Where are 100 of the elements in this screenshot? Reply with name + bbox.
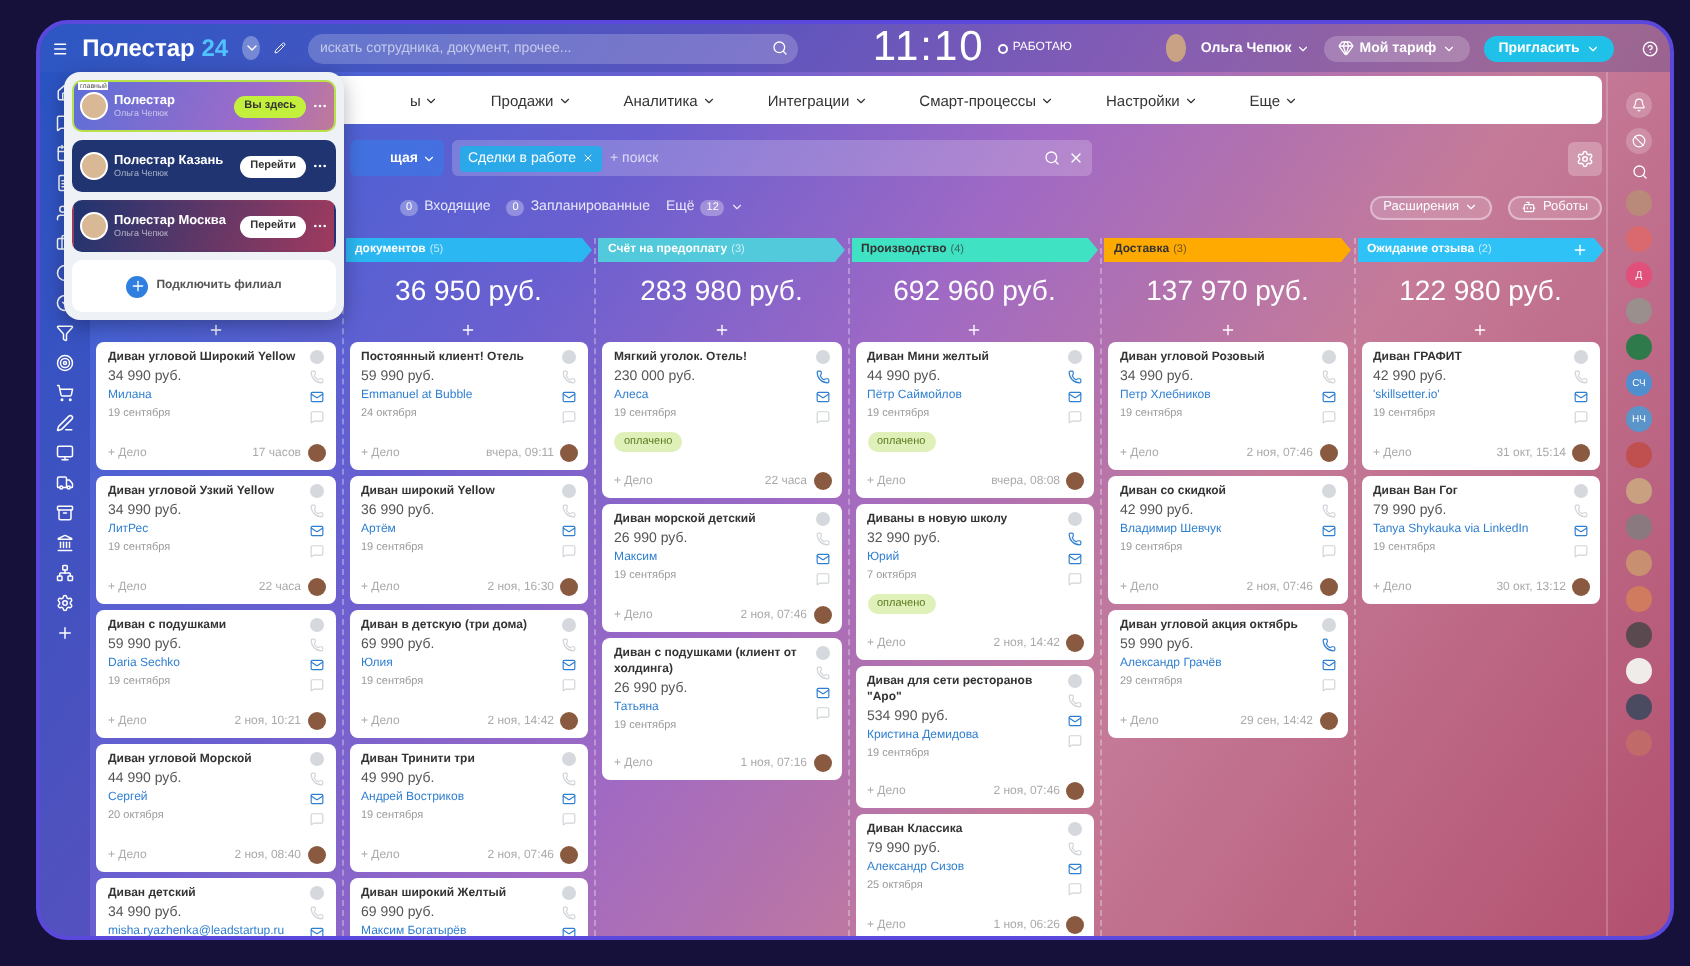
mail-icon[interactable] [815,552,829,566]
filter-icon[interactable] [56,324,74,342]
avatar [813,754,831,772]
avatar [1066,634,1084,652]
phone-icon[interactable] [1068,370,1082,384]
add-deal-icon[interactable] [207,322,224,338]
branch-dropdown-button[interactable] [242,36,260,60]
counter-icon [1574,350,1588,364]
mail-icon[interactable] [309,926,323,936]
chevron-down-icon [1284,93,1299,107]
counter-icon [1321,618,1335,632]
clock-time: 11:10 [872,24,985,72]
avatar [1319,444,1337,462]
counter-icon [309,886,323,900]
mail-icon[interactable] [562,658,576,672]
mail-icon[interactable] [1321,390,1335,404]
logo[interactable]: Полестар 24 [82,34,229,62]
phone-icon[interactable] [815,370,829,384]
pen-icon[interactable] [56,414,74,432]
truck-icon[interactable] [56,474,74,492]
search-icon[interactable] [1043,150,1060,166]
search-icon[interactable] [1631,164,1647,180]
avatar [307,444,325,462]
mail-icon[interactable] [1574,524,1588,538]
chevron-down-icon [557,93,572,107]
user-avatar[interactable] [1626,658,1652,684]
target-icon[interactable] [56,354,74,372]
add-deal-icon[interactable] [1219,322,1236,338]
add-deal-icon[interactable] [966,322,983,338]
counter-icon [1321,350,1335,364]
avatar [1066,916,1084,934]
help-icon[interactable] [1641,37,1658,59]
plus-icon[interactable] [56,624,74,642]
user-avatar[interactable] [1626,550,1652,576]
add-deal-icon[interactable] [713,322,730,338]
settings-icon[interactable] [56,594,74,612]
user-avatar[interactable] [1166,34,1187,62]
blocked-button[interactable] [1626,128,1652,154]
counter-icon [309,618,323,632]
user-avatar[interactable] [1626,478,1652,504]
notification-button[interactable] [1626,92,1652,118]
mail-icon[interactable] [1321,524,1335,538]
mail-icon[interactable] [1321,658,1335,672]
mail-icon[interactable] [309,792,323,806]
mail-icon[interactable] [562,792,576,806]
pencil-icon[interactable] [274,40,286,56]
mail-icon[interactable] [562,390,576,404]
chevron-down-icon [1464,200,1479,214]
chevron-down-icon [1295,41,1310,55]
avatar [307,712,325,730]
bell-icon [1632,98,1646,112]
avatar [1319,578,1337,596]
counter-icon [562,618,576,632]
mail-icon[interactable] [815,686,829,700]
avatar [80,212,108,240]
clear-icon[interactable] [1067,150,1084,166]
plus-icon [126,275,149,297]
add-deal-icon[interactable] [460,322,477,338]
diamond-icon [1337,40,1354,56]
user-avatar[interactable] [1626,622,1652,648]
mail-icon[interactable] [309,390,323,404]
chevron-down-icon [730,200,745,214]
counter-icon [562,752,576,766]
mail-icon[interactable] [562,926,576,936]
phone-icon[interactable] [1321,638,1335,652]
counter-icon [309,350,323,364]
counter-icon [562,886,576,900]
mail-icon[interactable] [309,524,323,538]
cart-icon[interactable] [56,384,74,402]
chevron-down-icon [421,151,436,165]
chevron-down-icon [1585,41,1600,55]
add-deal-icon[interactable] [1472,322,1489,338]
mail-icon[interactable] [309,658,323,672]
settings-icon [1576,149,1594,167]
add-stage-icon[interactable] [1572,242,1588,258]
mail-icon[interactable] [1068,552,1082,566]
phone-icon[interactable] [1068,532,1082,546]
remove-icon[interactable] [582,152,595,164]
counter-icon [562,484,576,498]
mail-icon[interactable] [1574,390,1588,404]
network-icon[interactable] [56,564,74,582]
monitor-icon[interactable] [56,444,74,462]
stage-sum: 122 980 руб. [1397,272,1564,310]
mail-icon[interactable] [1068,714,1082,728]
avatar [1572,444,1590,462]
user-avatar[interactable] [1626,694,1652,720]
chevron-down-icon [1183,93,1198,107]
avatar [813,472,831,490]
search-icon[interactable] [772,39,789,55]
mail-icon[interactable] [1068,390,1082,404]
mail-icon[interactable] [562,524,576,538]
mail-icon[interactable] [1068,862,1082,876]
mail-icon[interactable] [815,390,829,404]
counter-icon [309,752,323,766]
bank-icon[interactable] [56,534,74,552]
settings-button[interactable] [1568,141,1602,175]
counter-icon [1321,484,1335,498]
blocked-icon [1632,134,1646,148]
archive-icon[interactable] [56,504,74,522]
counter-icon [815,350,829,364]
